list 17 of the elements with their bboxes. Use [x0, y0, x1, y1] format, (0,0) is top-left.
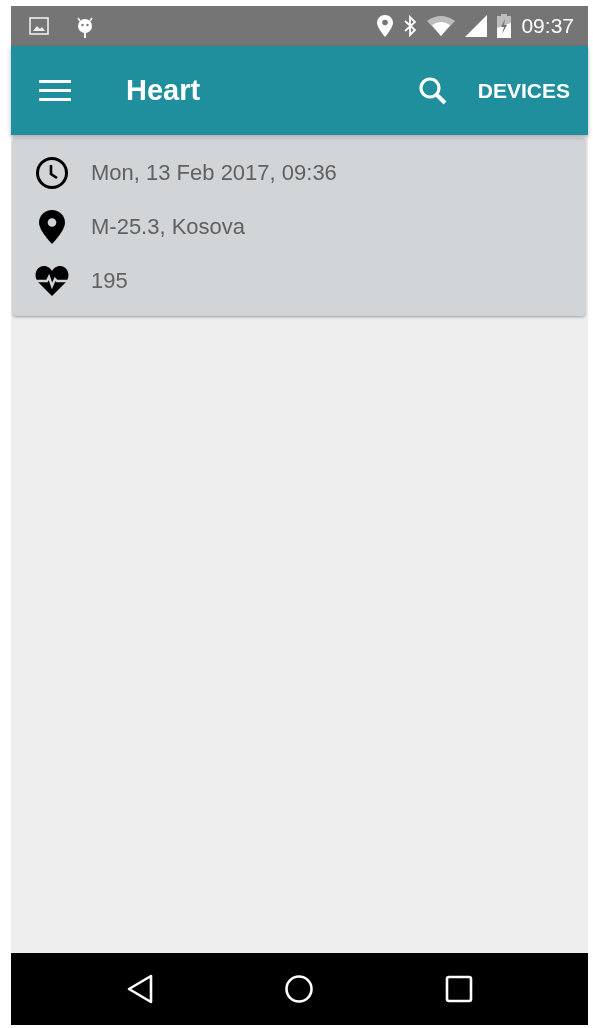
heart-rate-icon [35, 266, 69, 296]
bluetooth-icon [403, 15, 418, 37]
menu-button[interactable] [39, 79, 71, 102]
location-pin-icon [377, 15, 394, 37]
devices-button[interactable]: DEVICES [477, 78, 570, 103]
wifi-icon [427, 16, 456, 36]
clock-time: 09:37 [521, 14, 574, 38]
signal-icon [465, 15, 488, 37]
info-text: M-25.3, Kosova [91, 214, 246, 240]
info-text: Mon, 13 Feb 2017, 09:36 [91, 160, 337, 186]
image-icon [29, 17, 49, 35]
search-button[interactable] [417, 75, 448, 106]
battery-icon [497, 14, 512, 38]
info-text: 195 [91, 268, 128, 294]
location-pin-icon [39, 210, 65, 244]
clock-icon [35, 156, 69, 190]
app-title: Heart [126, 74, 201, 107]
